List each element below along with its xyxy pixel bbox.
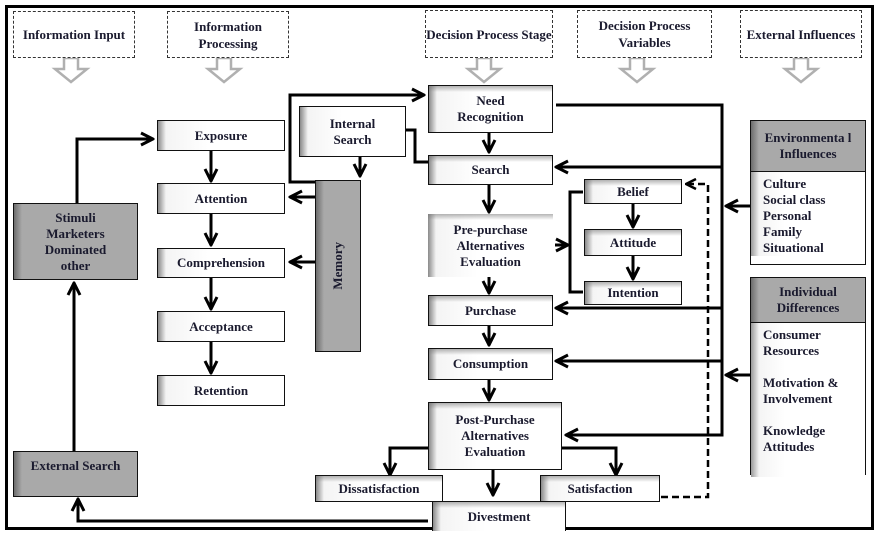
individual-differences-list: Consumer Resources Motivation & Involvem…	[751, 323, 865, 477]
list-item: Consumer	[763, 327, 821, 342]
satisfaction-label: Satisfaction	[567, 480, 633, 496]
attention-box[interactable]: Attention	[157, 183, 285, 214]
environmental-title-label: Environmenta l Influences	[764, 130, 852, 161]
memory-label: Memory	[330, 242, 345, 290]
header-arrow-icon	[617, 56, 657, 84]
external-search-box[interactable]: External Search	[13, 451, 138, 497]
intention-label: Intention	[607, 285, 659, 300]
acceptance-label: Acceptance	[189, 318, 253, 334]
consumption-label: Consumption	[452, 356, 529, 371]
arrow-divestment-external-search	[78, 499, 428, 523]
list-item: Social class	[763, 192, 826, 207]
header-decision-process-stage: Decision Process Stage	[425, 10, 553, 58]
search-label: Search	[471, 162, 510, 177]
post-purchase-box[interactable]: Post-Purchase Alternatives Evaluation	[428, 402, 562, 470]
comprehension-label: Comprehension	[177, 255, 265, 270]
retention-label: Retention	[193, 382, 249, 398]
divestment-label: Divestment	[467, 508, 531, 524]
list-item: Attitudes	[763, 439, 815, 454]
header-arrow-icon	[464, 56, 504, 84]
list-item: Situational	[763, 240, 824, 255]
intention-box[interactable]: Intention	[584, 281, 682, 305]
header-arrow-icon	[781, 56, 821, 84]
search-box[interactable]: Search	[428, 155, 553, 185]
header-label: Decision Process Variables	[598, 18, 691, 50]
acceptance-box[interactable]: Acceptance	[157, 311, 285, 342]
arrow-stimuli-exposure	[75, 139, 153, 206]
consumption-box[interactable]: Consumption	[428, 348, 553, 380]
list-item: Personal	[763, 208, 812, 223]
list-item: Motivation &	[763, 375, 839, 390]
header-external-influences: External Influences	[740, 10, 862, 58]
header-arrows	[51, 56, 821, 84]
list-item: Knowledge	[763, 423, 826, 438]
individual-title-label: Individual Differences	[776, 284, 840, 315]
individual-differences-title: Individual Differences	[751, 278, 865, 323]
header-label: External Influences	[746, 26, 856, 42]
stimuli-box[interactable]: Stimuli Marketers Dominated other	[13, 203, 138, 280]
need-recognition-box[interactable]: Need Recognition	[428, 85, 553, 133]
memory-box[interactable]: Memory	[315, 180, 361, 352]
list-item: Family	[763, 224, 802, 239]
pre-purchase-box[interactable]: Pre-purchase Alternatives Evaluation	[428, 214, 553, 277]
header-label: Information Processing	[194, 18, 262, 51]
satisfaction-box[interactable]: Satisfaction	[540, 475, 660, 502]
list-item	[763, 359, 865, 375]
stimuli-label: Stimuli Marketers Dominated other	[44, 209, 107, 273]
header-information-input: Information Input	[13, 11, 135, 58]
exposure-label: Exposure	[194, 127, 248, 143]
attention-label: Attention	[194, 190, 248, 206]
divestment-box[interactable]: Divestment	[432, 501, 566, 531]
purchase-label: Purchase	[464, 302, 517, 318]
pre-purchase-label: Pre-purchase Alternatives Evaluation	[453, 221, 528, 269]
dissatisfaction-box[interactable]: Dissatisfaction	[315, 475, 443, 502]
attitude-box[interactable]: Attitude	[584, 229, 682, 256]
comprehension-box[interactable]: Comprehension	[157, 248, 285, 278]
internal-search-box[interactable]: Internal Search	[299, 106, 406, 157]
post-purchase-label: Post-Purchase Alternatives Evaluation	[455, 412, 535, 459]
header-label: Decision Process Stage	[426, 26, 552, 42]
header-arrow-icon	[51, 56, 91, 84]
dissatisfaction-label: Dissatisfaction	[338, 480, 420, 496]
header-decision-process-variables: Decision Process Variables	[577, 10, 712, 58]
list-item: Involvement	[763, 391, 833, 406]
exposure-box[interactable]: Exposure	[157, 120, 285, 151]
belief-label: Belief	[617, 183, 649, 199]
header-label: Information Input	[22, 27, 126, 42]
list-item: Culture	[763, 176, 807, 191]
header-information-processing: Information Processing	[167, 11, 289, 58]
environmental-influences-list: Culture Social class Personal Family Sit…	[751, 172, 865, 256]
environmental-influences-title: Environmenta l Influences	[751, 121, 865, 172]
belief-box[interactable]: Belief	[584, 179, 682, 204]
need-recognition-label: Need Recognition	[457, 93, 524, 124]
list-item: Resources	[763, 343, 820, 358]
internal-search-label: Internal Search	[329, 115, 376, 147]
individual-differences-panel[interactable]: Individual Differences Consumer Resource…	[750, 277, 866, 477]
external-search-label: External Search	[30, 458, 121, 473]
header-arrow-icon	[204, 56, 244, 84]
purchase-box[interactable]: Purchase	[428, 295, 553, 326]
retention-box[interactable]: Retention	[157, 375, 285, 406]
environmental-influences-panel[interactable]: Environmenta l Influences Culture Social…	[750, 120, 866, 265]
attitude-label: Attitude	[609, 234, 657, 250]
list-item	[763, 407, 865, 423]
